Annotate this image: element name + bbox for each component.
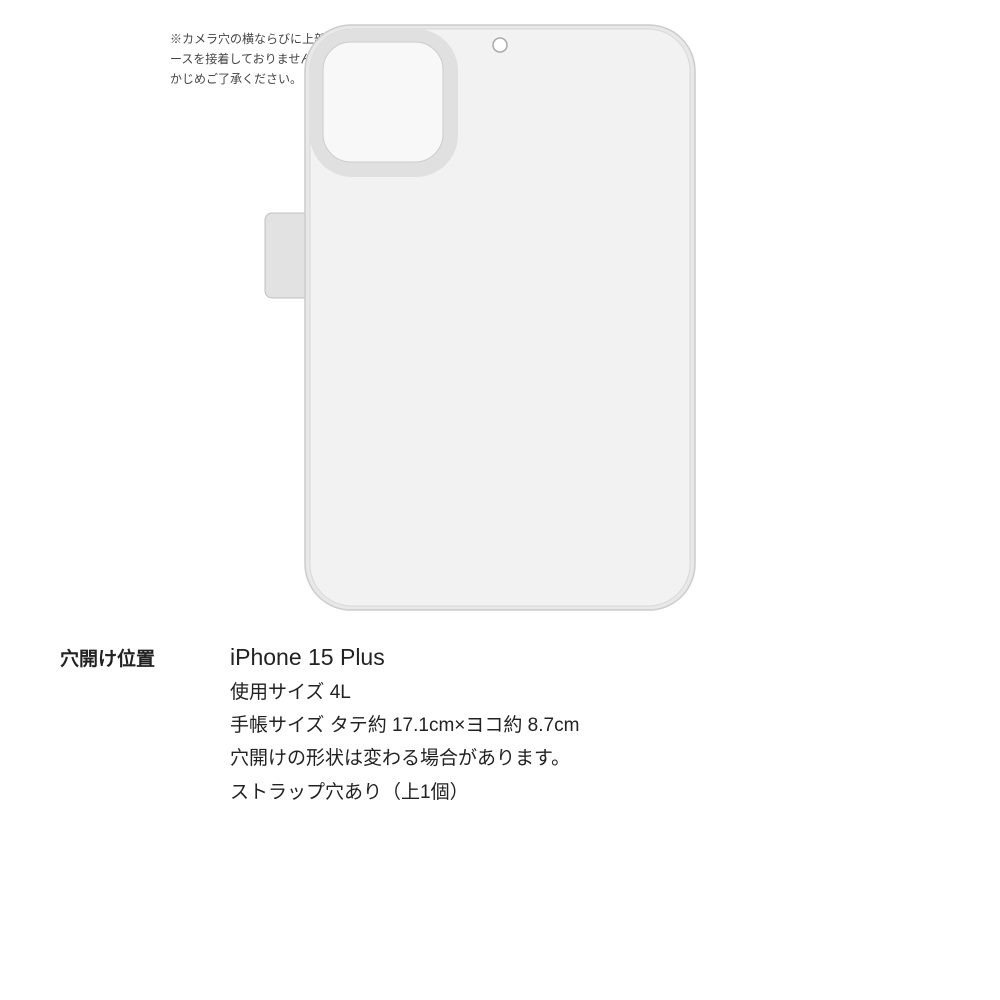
product-dimensions: 手帳サイズ タテ約 17.1cm×ヨコ約 8.7cm (230, 711, 579, 741)
product-model: iPhone 15 Plus (230, 640, 579, 675)
hole-position-label: 穴開け位置 (60, 640, 200, 671)
info-section: 穴開け位置 iPhone 15 Plus 使用サイズ 4L 手帳サイズ タテ約 … (0, 640, 1000, 808)
case-illustration: ※カメラ穴の横ならびに上部はケースを接着しておりません。あらかじめご了承ください… (0, 0, 1000, 640)
phone-case-svg: ※カメラ穴の横ならびに上部はケースを接着しておりません。あらかじめご了承ください… (150, 15, 850, 625)
product-size: 使用サイズ 4L (230, 678, 579, 708)
product-shape-note: 穴開けの形状は変わる場合があります。 (230, 744, 579, 774)
product-details: iPhone 15 Plus 使用サイズ 4L 手帳サイズ タテ約 17.1cm… (230, 640, 579, 808)
product-strap-note: ストラップ穴あり（上1個） (230, 778, 579, 808)
page-container: ※カメラ穴の横ならびに上部はケースを接着しておりません。あらかじめご了承ください… (0, 0, 1000, 1000)
info-row: 穴開け位置 iPhone 15 Plus 使用サイズ 4L 手帳サイズ タテ約 … (60, 640, 940, 808)
